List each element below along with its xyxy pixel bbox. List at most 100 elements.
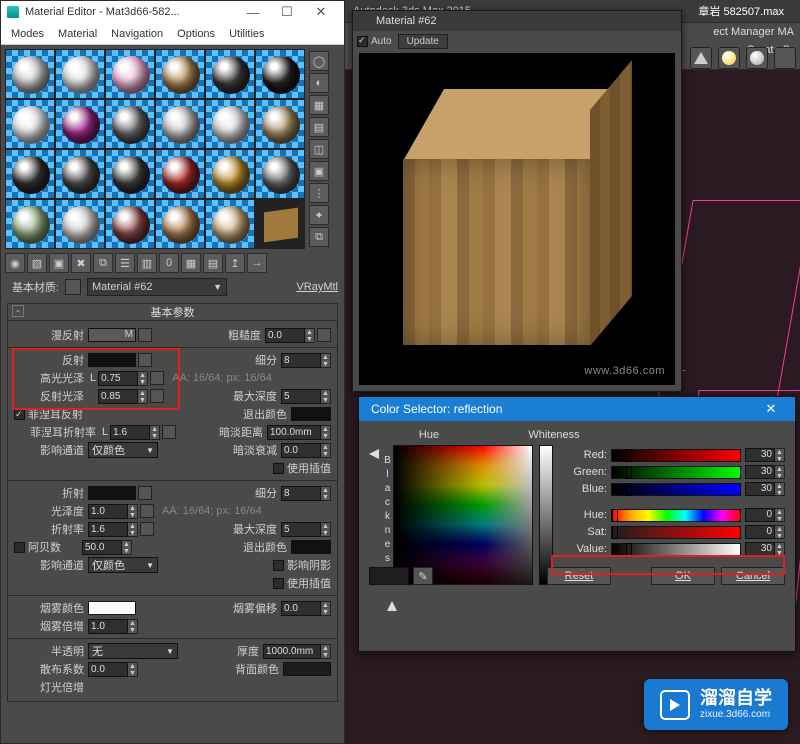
value-bar[interactable] bbox=[539, 445, 553, 585]
spinner-icon[interactable]: ▲▼ bbox=[775, 525, 785, 539]
red-field[interactable]: 30 bbox=[745, 448, 775, 462]
sample-slot[interactable] bbox=[205, 149, 255, 199]
ok-button[interactable]: OK bbox=[651, 567, 715, 585]
spinner-icon[interactable]: ▲▼ bbox=[321, 486, 331, 501]
sample-slot[interactable] bbox=[5, 99, 55, 149]
sample-slot[interactable] bbox=[205, 49, 255, 99]
eyedropper-icon[interactable] bbox=[65, 279, 81, 295]
menu-navigation[interactable]: Navigation bbox=[111, 28, 163, 40]
spinner-icon[interactable]: ▲▼ bbox=[775, 542, 785, 556]
spinner-icon[interactable]: ▲▼ bbox=[321, 601, 331, 616]
subdiv-field2[interactable] bbox=[281, 486, 321, 501]
make-copy-icon[interactable]: ⧉ bbox=[93, 253, 113, 273]
sample-slot[interactable] bbox=[105, 49, 155, 99]
sample-slot[interactable] bbox=[155, 99, 205, 149]
put-to-scene-icon[interactable]: ▧ bbox=[27, 253, 47, 273]
material-type-button[interactable]: VRayMtl bbox=[296, 281, 338, 293]
map-button[interactable] bbox=[162, 425, 176, 439]
maximize-button[interactable]: ☐ bbox=[270, 4, 304, 20]
material-name-field[interactable]: Material #62▼ bbox=[87, 278, 227, 296]
eyedropper-icon[interactable]: ✎ bbox=[413, 567, 433, 585]
fresnel-checkbox[interactable] bbox=[14, 409, 25, 420]
sample-slot-active[interactable] bbox=[255, 199, 305, 249]
sample-slot[interactable] bbox=[255, 149, 305, 199]
assign-to-sel-icon[interactable]: ▣ bbox=[49, 253, 69, 273]
gloss-field[interactable] bbox=[88, 504, 128, 519]
green-slider[interactable] bbox=[611, 466, 741, 479]
go-parent-icon[interactable]: ↥ bbox=[225, 253, 245, 273]
dimfall-field[interactable] bbox=[281, 443, 321, 458]
backlight-icon[interactable]: ◐ bbox=[309, 73, 329, 93]
spinner-icon[interactable]: ▲▼ bbox=[321, 644, 331, 659]
spinner-icon[interactable]: ▲▼ bbox=[150, 425, 160, 440]
abbe-field[interactable] bbox=[82, 540, 122, 555]
sample-slot[interactable] bbox=[155, 149, 205, 199]
fresnel-ior-field[interactable] bbox=[110, 425, 150, 440]
menu-material[interactable]: Material bbox=[58, 28, 97, 40]
go-forward-icon[interactable]: → bbox=[247, 253, 267, 273]
show-end-icon[interactable]: ▤ bbox=[203, 253, 223, 273]
maxdepth-field[interactable] bbox=[281, 389, 321, 404]
preview-titlebar[interactable]: Material #62 bbox=[353, 11, 681, 31]
hue-whiteness-picker[interactable] bbox=[393, 445, 533, 585]
spinner-icon[interactable]: ▲▼ bbox=[128, 662, 138, 677]
background-icon[interactable]: ▦ bbox=[309, 95, 329, 115]
show-in-vp-icon[interactable]: ▦ bbox=[181, 253, 201, 273]
spinner-icon[interactable]: ▲▼ bbox=[321, 425, 331, 440]
green-field[interactable]: 30 bbox=[745, 465, 775, 479]
preview-icon[interactable]: ▣ bbox=[309, 161, 329, 181]
spinner-icon[interactable]: ▲▼ bbox=[128, 522, 138, 537]
maxdepth-field2[interactable] bbox=[281, 522, 321, 537]
scatter-field[interactable] bbox=[88, 662, 128, 677]
spinner-icon[interactable]: ▲▼ bbox=[321, 353, 331, 368]
color-selector-titlebar[interactable]: Color Selector: reflection ✕ bbox=[359, 397, 795, 421]
map-button[interactable] bbox=[150, 371, 164, 385]
put-to-lib-icon[interactable]: ▥ bbox=[137, 253, 157, 273]
value-slider[interactable] bbox=[611, 543, 741, 556]
map-button[interactable] bbox=[140, 522, 154, 536]
useinterp-checkbox[interactable] bbox=[273, 463, 284, 474]
hue-field[interactable]: 0 bbox=[745, 508, 775, 522]
sample-slot[interactable] bbox=[5, 149, 55, 199]
fogbias-field[interactable] bbox=[281, 601, 321, 616]
minimize-button[interactable]: — bbox=[236, 5, 270, 20]
translucent-select[interactable]: 无▼ bbox=[88, 643, 178, 659]
menu-utilities[interactable]: Utilities bbox=[229, 28, 264, 40]
spinner-icon[interactable]: ▲▼ bbox=[122, 540, 132, 555]
light-yellow-icon[interactable] bbox=[718, 47, 740, 69]
backcolor-swatch[interactable] bbox=[283, 662, 331, 676]
exitcolor-swatch2[interactable] bbox=[291, 540, 331, 554]
hgloss-field[interactable] bbox=[98, 371, 138, 386]
rollout-header[interactable]: - 基本参数 bbox=[8, 304, 337, 321]
light-white-icon[interactable] bbox=[746, 47, 768, 69]
auto-checkbox[interactable] bbox=[357, 36, 368, 47]
roughness-field[interactable] bbox=[265, 328, 305, 343]
sample-slot[interactable] bbox=[205, 99, 255, 149]
spinner-icon[interactable]: ▲▼ bbox=[775, 448, 785, 462]
collapse-icon[interactable]: - bbox=[12, 305, 24, 317]
map-button[interactable] bbox=[140, 504, 154, 518]
sat-slider[interactable] bbox=[611, 526, 741, 539]
exitcolor-swatch[interactable] bbox=[291, 407, 331, 421]
light-cone-icon[interactable] bbox=[690, 47, 712, 69]
sample-slot[interactable] bbox=[55, 199, 105, 249]
sample-slot[interactable] bbox=[55, 149, 105, 199]
panel-tab[interactable]: ect Manager MA bbox=[713, 26, 794, 38]
sample-slot[interactable] bbox=[105, 149, 155, 199]
spinner-icon[interactable]: ▲▼ bbox=[138, 389, 148, 404]
blue-field[interactable]: 30 bbox=[745, 482, 775, 496]
diffuse-map-button[interactable] bbox=[138, 328, 152, 342]
fogcolor-swatch[interactable] bbox=[88, 601, 136, 615]
mat-id-icon[interactable]: 0 bbox=[159, 253, 179, 273]
affect-channel-select[interactable]: 仅颜色▼ bbox=[88, 442, 158, 458]
reflect-map-button[interactable] bbox=[138, 353, 152, 367]
useinterp-checkbox2[interactable] bbox=[273, 578, 284, 589]
sat-field[interactable]: 0 bbox=[745, 525, 775, 539]
spinner-icon[interactable]: ▲▼ bbox=[305, 328, 315, 343]
menu-options[interactable]: Options bbox=[177, 28, 215, 40]
sample-slot[interactable] bbox=[255, 49, 305, 99]
map-button[interactable] bbox=[317, 328, 331, 342]
sample-slot[interactable] bbox=[155, 199, 205, 249]
hue-slider[interactable] bbox=[611, 509, 741, 522]
material-editor-titlebar[interactable]: Material Editor - Mat3d66-582... — ☐ ✕ bbox=[1, 1, 344, 23]
